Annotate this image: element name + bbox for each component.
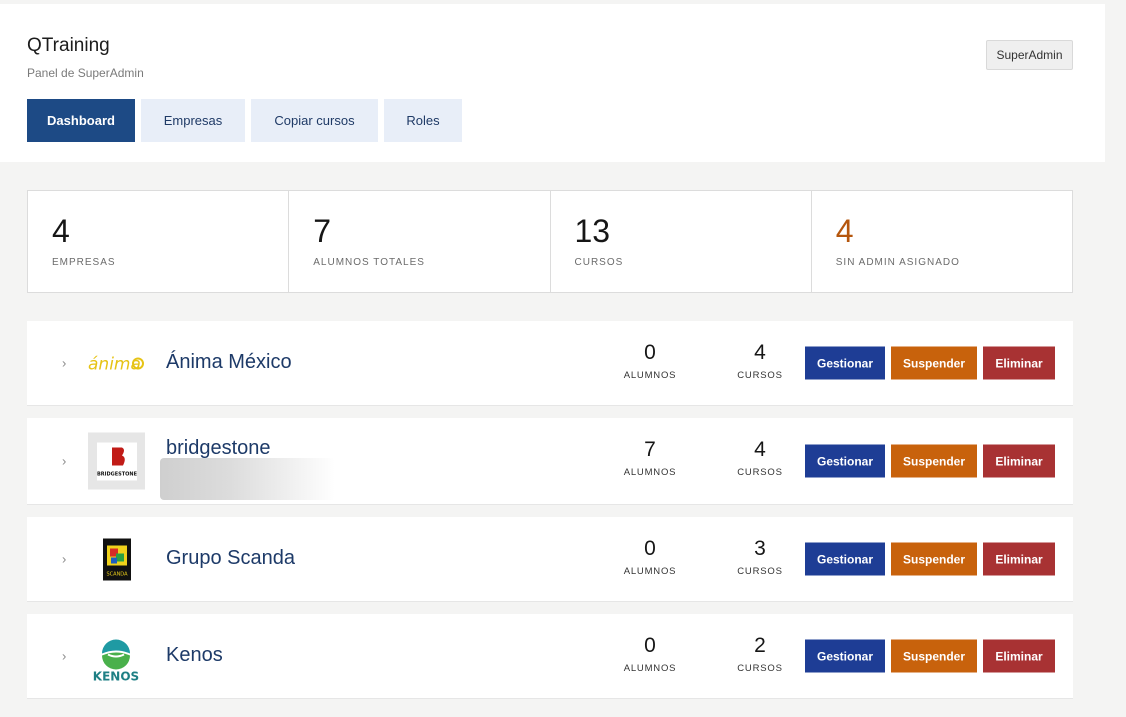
role-badge: SuperAdmin [986,40,1073,70]
stat-value: 7 [313,213,332,249]
company-row-grupo-scanda: › SCANDA Grupo Scanda 0 ALUMNOS 3 CURSOS… [27,517,1073,602]
stat-label: EMPRESAS [52,257,116,268]
tab-copiar-cursos[interactable]: Copiar cursos [251,99,378,142]
manage-button[interactable]: Gestionar [805,346,885,380]
suspend-button[interactable]: Suspender [891,639,977,673]
app-subtitle: Panel de SuperAdmin [27,66,144,80]
metric-label: ALUMNOS [623,370,677,381]
anima-logo-icon: ánima [88,335,145,392]
company-row-kenos: › KENOS Kenos 0 ALUMNOS 2 CURSOS Gestion… [27,614,1073,699]
metric-value: 2 [754,634,766,657]
stat-cursos: 13 CURSOS [551,191,812,292]
metric-alumnos: 7 ALUMNOS [615,438,685,478]
company-name[interactable]: bridgestone [166,437,271,460]
metric-value: 0 [644,341,656,364]
manage-button[interactable]: Gestionar [805,444,885,478]
kenos-logo-icon: KENOS [88,628,145,685]
metric-value: 3 [754,537,766,560]
logo-text: SCANDA [106,571,128,577]
blurred-info [160,458,335,500]
chevron-right-icon[interactable]: › [62,552,66,567]
metric-alumnos: 0 ALUMNOS [615,634,685,674]
delete-button[interactable]: Eliminar [983,346,1055,380]
tab-dashboard[interactable]: Dashboard [27,99,135,142]
stat-empresas: 4 EMPRESAS [28,191,290,292]
company-name[interactable]: Ánima México [166,351,292,374]
metric-label: CURSOS [737,566,783,577]
manage-button[interactable]: Gestionar [805,639,885,673]
suspend-button[interactable]: Suspender [891,346,977,380]
company-row-anima: › ánima Ánima México 0 ALUMNOS 4 CURSOS … [27,321,1073,406]
stat-label: ALUMNOS TOTALES [313,257,425,268]
metric-alumnos: 0 ALUMNOS [615,341,685,381]
company-row-bridgestone: › BRIDGESTONE bridgestone 7 ALUMNOS 4 CU… [27,418,1073,505]
metric-value: 0 [644,537,656,560]
metric-label: CURSOS [737,370,783,381]
metric-label: ALUMNOS [623,566,677,577]
stat-value: 4 [835,213,854,249]
stat-label: CURSOS [574,257,624,268]
stat-label: SIN ADMIN ASIGNADO [835,257,960,268]
metric-cursos: 2 CURSOS [725,634,795,674]
stat-sin-admin: 4 SIN ADMIN ASIGNADO [812,191,1072,292]
metric-label: CURSOS [737,467,783,478]
bridgestone-logo-icon: BRIDGESTONE [88,432,145,490]
scanda-logo-icon: SCANDA [88,531,145,588]
metric-value: 4 [754,341,766,364]
metric-label: ALUMNOS [623,663,677,674]
stat-value: 4 [52,213,70,249]
delete-button[interactable]: Eliminar [983,639,1055,673]
stats-panel: 4 EMPRESAS 7 ALUMNOS TOTALES 13 CURSOS 4… [27,190,1073,293]
logo-text: KENOS [93,670,139,684]
manage-button[interactable]: Gestionar [805,542,885,576]
chevron-right-icon[interactable]: › [62,356,66,371]
delete-button[interactable]: Eliminar [983,444,1055,478]
metric-value: 0 [644,634,656,657]
metric-cursos: 4 CURSOS [725,438,795,478]
company-name[interactable]: Kenos [166,644,223,667]
metric-label: CURSOS [737,663,783,674]
stat-value: 13 [574,213,611,249]
company-name[interactable]: Grupo Scanda [166,547,295,570]
stat-alumnos-totales: 7 ALUMNOS TOTALES [289,191,551,292]
suspend-button[interactable]: Suspender [891,444,977,478]
metric-label: ALUMNOS [623,467,677,478]
app-title: QTraining [27,35,110,56]
logo-text: BRIDGESTONE [96,471,137,477]
metric-cursos: 3 CURSOS [725,537,795,577]
metric-value: 4 [754,438,766,461]
metric-alumnos: 0 ALUMNOS [615,537,685,577]
app-header: QTraining Panel de SuperAdmin SuperAdmin… [0,4,1105,162]
suspend-button[interactable]: Suspender [891,542,977,576]
metric-cursos: 4 CURSOS [725,341,795,381]
chevron-right-icon[interactable]: › [62,649,66,664]
metric-value: 7 [644,438,656,461]
delete-button[interactable]: Eliminar [983,542,1055,576]
tab-empresas[interactable]: Empresas [141,99,245,142]
tab-roles[interactable]: Roles [384,99,462,142]
chevron-right-icon[interactable]: › [62,454,66,469]
